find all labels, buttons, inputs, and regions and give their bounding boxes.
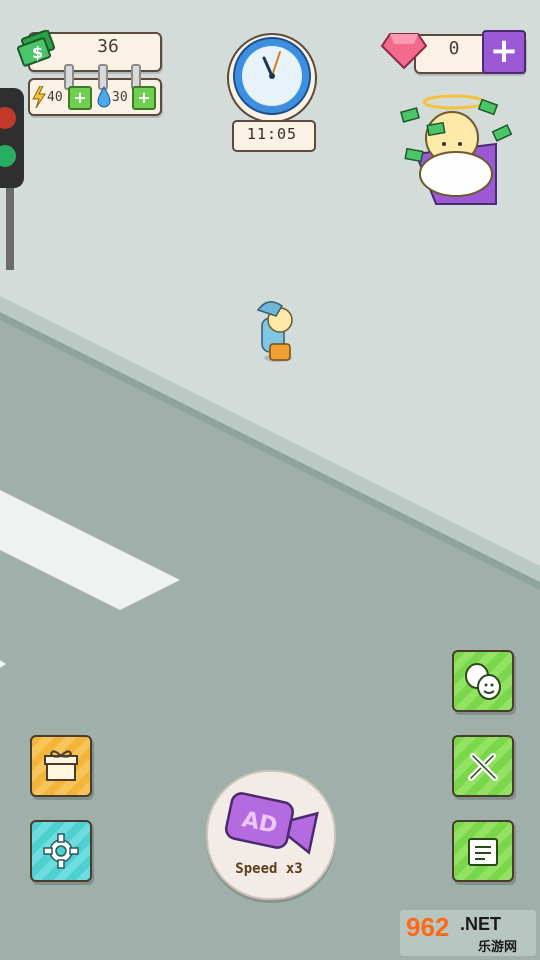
settings-button[interactable] <box>30 820 92 882</box>
ad-speed-button[interactable]: AD <box>206 770 336 900</box>
gift-button[interactable] <box>30 735 92 797</box>
gem-value: 0 <box>448 38 460 59</box>
watermark-subtitle: 乐游网 <box>478 939 518 954</box>
emotions-icon <box>465 663 501 700</box>
water-drop-icon <box>97 86 111 108</box>
quest-card-icon <box>468 838 498 866</box>
energy-value: 40 <box>47 90 63 105</box>
emotions-button[interactable] <box>452 650 514 712</box>
svg-text:$: $ <box>32 43 43 62</box>
money-value: 36 <box>97 36 119 57</box>
lightning-icon <box>32 86 46 108</box>
watermark-suffix: .NET <box>460 914 502 934</box>
cash-icon: $ <box>16 30 56 67</box>
add-gems-button[interactable]: + <box>482 30 526 74</box>
gift-icon <box>44 750 78 781</box>
water-value: 30 <box>112 90 128 105</box>
tools-icon <box>468 753 498 781</box>
add-water-button[interactable]: + <box>132 86 156 110</box>
quests-button[interactable] <box>452 820 514 882</box>
tools-button[interactable] <box>452 735 514 797</box>
ad-speed-label: Speed x3 <box>235 861 303 877</box>
clock-time: 11:05 <box>246 125 298 143</box>
watermark-brand: 962 <box>406 912 450 942</box>
angel-bonus-icon[interactable] <box>396 94 516 208</box>
add-energy-button[interactable]: + <box>68 86 92 110</box>
clock-icon <box>227 33 317 123</box>
gem-icon <box>380 33 428 70</box>
gear-icon <box>43 833 79 869</box>
video-camera-icon: AD <box>224 792 319 855</box>
